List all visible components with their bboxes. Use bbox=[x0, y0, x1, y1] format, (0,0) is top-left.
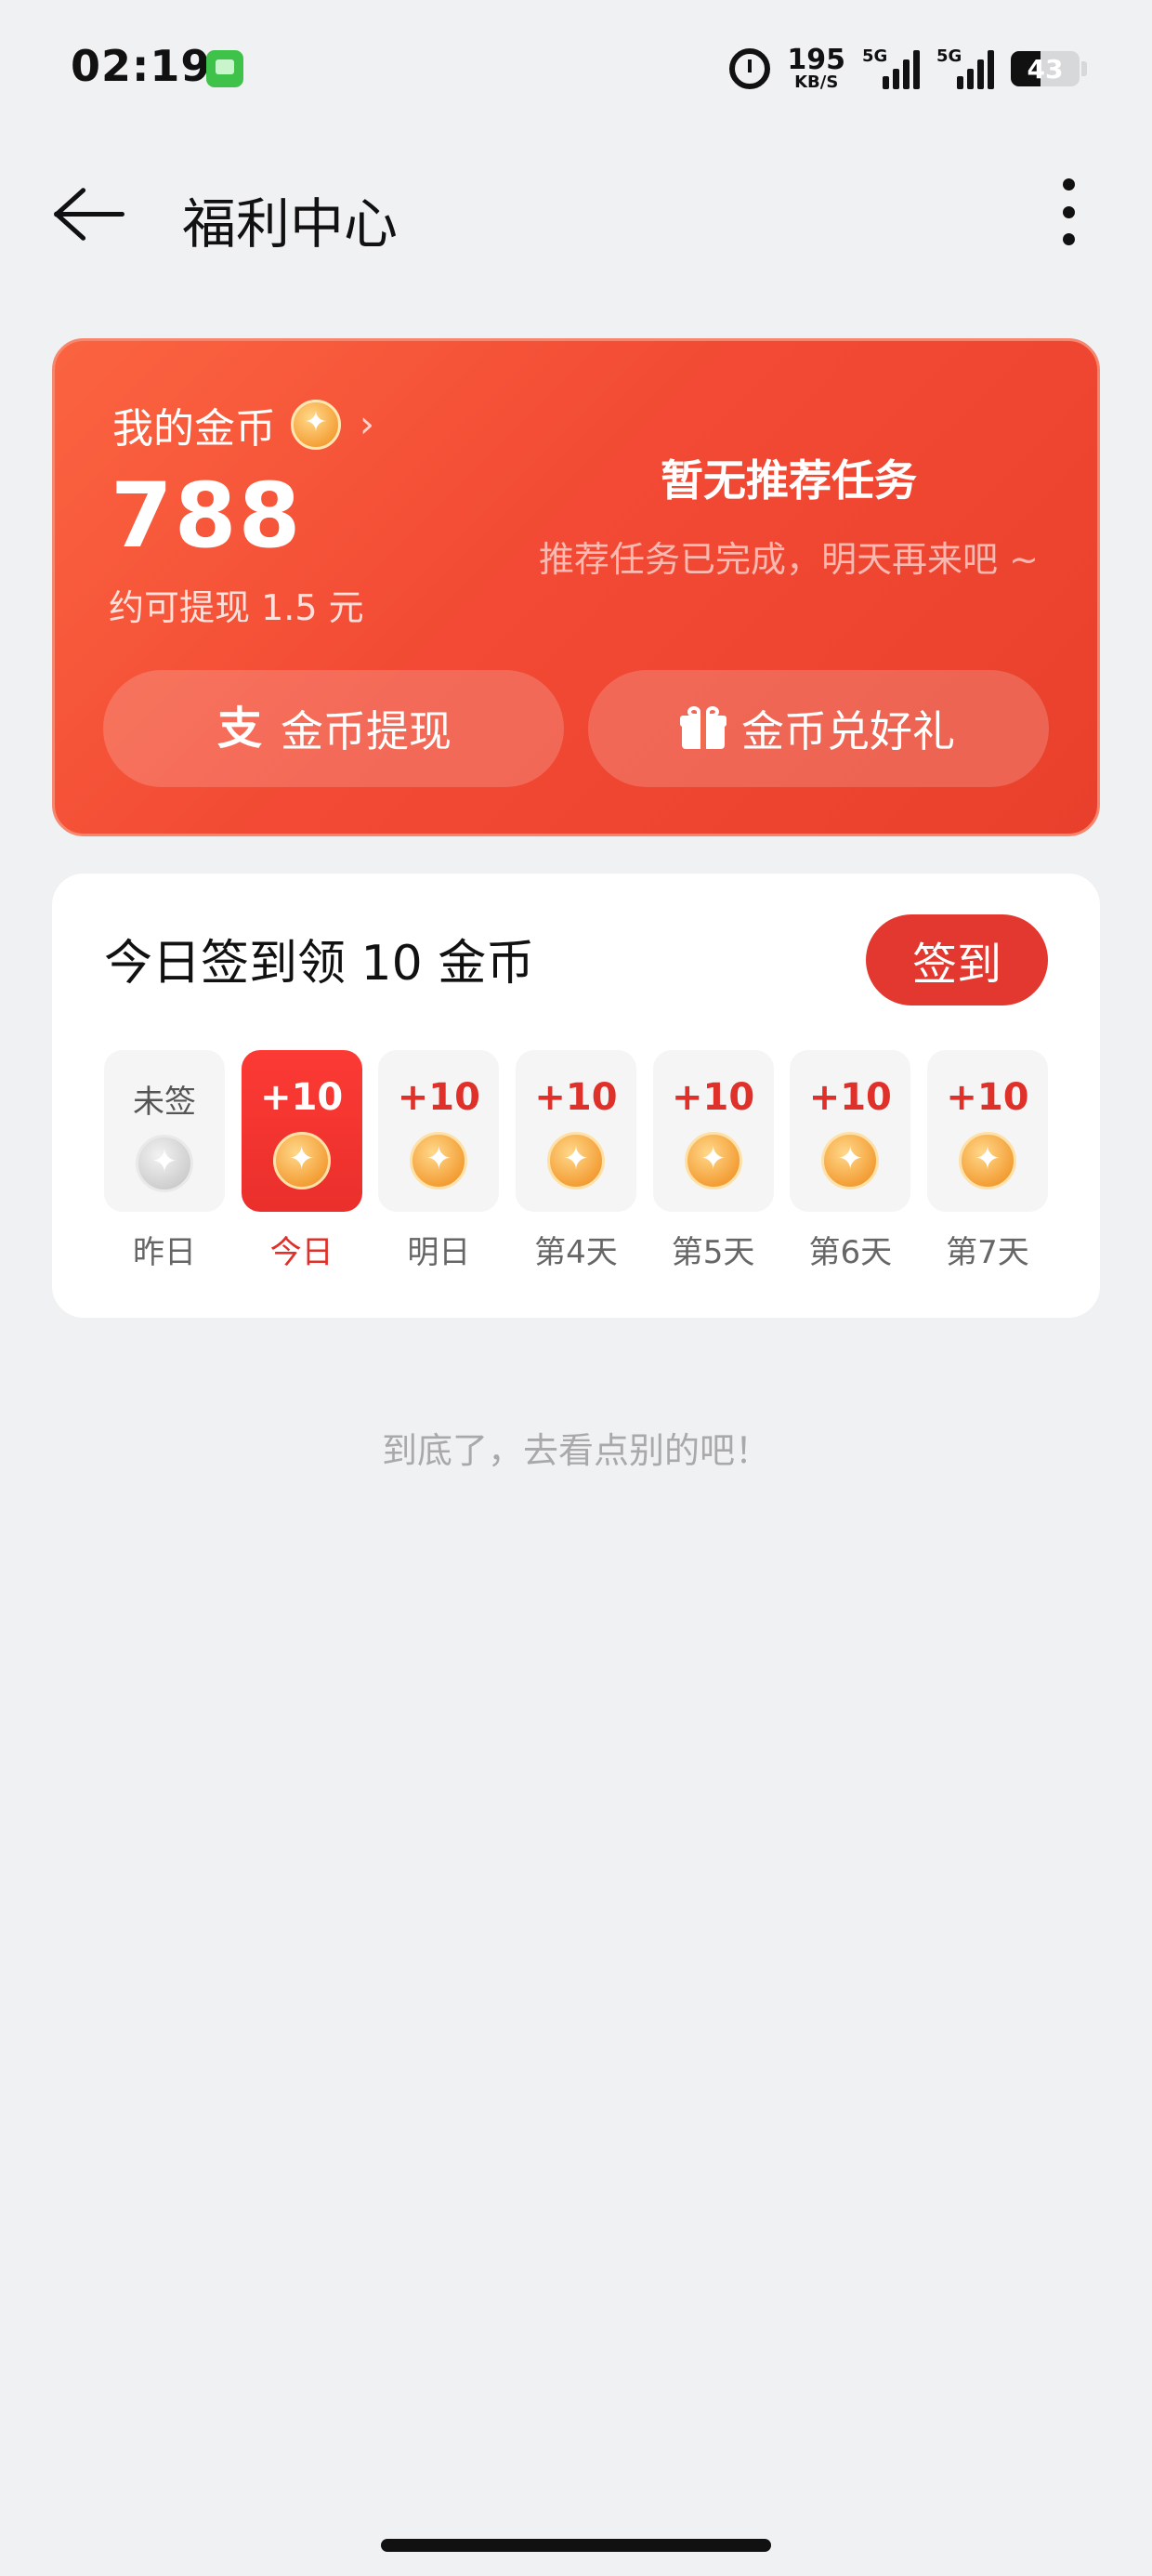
checkin-day[interactable]: 未签 昨日 bbox=[104, 1050, 225, 1272]
status-bar: 02:19 195 KB/S 5G 5G 43 bbox=[0, 0, 1152, 139]
daily-checkin-card: 今日签到领 10 金币 签到 未签 昨日 +10 今日 +10 bbox=[52, 874, 1100, 1318]
battery-icon: 43 bbox=[1011, 51, 1080, 86]
end-of-list-text: 到底了，去看点别的吧！ bbox=[381, 1430, 770, 1471]
coin-icon bbox=[410, 1132, 468, 1189]
my-coins-link[interactable]: 我的金币 › bbox=[112, 395, 374, 454]
day-reward-box: +10 bbox=[926, 1050, 1048, 1212]
sim1-network-tag: 5G bbox=[862, 46, 888, 66]
coin-withdraw-button[interactable]: 支 金币提现 bbox=[103, 670, 564, 787]
day-label: 第7天 bbox=[946, 1234, 1029, 1271]
coin-exchange-label: 金币兑好礼 bbox=[741, 706, 955, 756]
checkin-days: 未签 昨日 +10 今日 +10 明日 bbox=[104, 1050, 1048, 1272]
checkin-day[interactable]: +10 第7天 bbox=[926, 1050, 1048, 1272]
network-speed-value: 195 bbox=[787, 44, 845, 76]
task-subtitle: 推荐任务已完成，明天再来吧 ~ bbox=[539, 539, 1039, 580]
network-speed-unit: KB/S bbox=[794, 72, 839, 92]
coin-icon bbox=[958, 1132, 1016, 1189]
recommended-task-panel: 暂无推荐任务 推荐任务已完成，明天再来吧 ~ bbox=[501, 447, 1077, 582]
page-header: 福利中心 bbox=[0, 158, 1152, 269]
checkin-day[interactable]: +10 明日 bbox=[378, 1050, 500, 1272]
day-reward: +10 bbox=[672, 1076, 755, 1119]
more-options-icon[interactable] bbox=[1050, 175, 1087, 249]
task-title: 暂无推荐任务 bbox=[661, 455, 917, 506]
welfare-center-screen: 02:19 195 KB/S 5G 5G 43 福利中心 我的金币 ✦ › 78… bbox=[0, 0, 1152, 2576]
alipay-icon: 支 bbox=[216, 703, 262, 755]
day-reward: +10 bbox=[946, 1076, 1029, 1119]
coin-icon bbox=[546, 1132, 605, 1189]
signal-sim1-icon: 5G bbox=[862, 46, 920, 89]
chevron-right-icon: › bbox=[360, 403, 374, 446]
checkin-day[interactable]: +10 今日 bbox=[241, 1050, 362, 1272]
battery-tip bbox=[1081, 61, 1087, 76]
my-coins-label: 我的金币 bbox=[112, 405, 276, 453]
checkin-day[interactable]: +10 第4天 bbox=[515, 1050, 636, 1272]
battery-level-text: 43 bbox=[1027, 54, 1064, 85]
day-reward-box: 未签 bbox=[104, 1050, 225, 1212]
day-reward: +10 bbox=[397, 1076, 480, 1119]
checkin-day[interactable]: +10 第6天 bbox=[790, 1050, 911, 1272]
day-reward: +10 bbox=[534, 1076, 618, 1119]
gift-icon bbox=[680, 706, 727, 749]
back-arrow-icon[interactable] bbox=[52, 184, 126, 243]
coin-balance: 788 bbox=[111, 464, 303, 568]
checkin-day[interactable]: +10 第5天 bbox=[652, 1050, 774, 1272]
day-label: 第5天 bbox=[671, 1234, 755, 1271]
coin-withdraw-label: 金币提现 bbox=[281, 706, 452, 756]
day-reward-box: +10 bbox=[790, 1050, 911, 1212]
alarm-icon bbox=[729, 48, 771, 89]
day-reward: +10 bbox=[808, 1076, 892, 1119]
status-icons: 195 KB/S 5G 5G 43 bbox=[729, 41, 1087, 97]
coin-icon bbox=[291, 400, 341, 450]
day-label: 今日 bbox=[269, 1234, 334, 1271]
network-speed: 195 KB/S bbox=[787, 46, 845, 91]
coin-icon bbox=[821, 1132, 880, 1189]
my-coins-card: 我的金币 › 788 约可提现 1.5 元 暂无推荐任务 推荐任务已完成，明天再… bbox=[52, 338, 1100, 836]
day-reward-box: +10 bbox=[515, 1050, 636, 1212]
coin-exchange-button[interactable]: 金币兑好礼 bbox=[588, 670, 1049, 787]
coin-icon bbox=[272, 1132, 331, 1189]
withdraw-estimate: 约可提现 1.5 元 bbox=[109, 587, 364, 628]
message-app-icon bbox=[206, 50, 243, 87]
day-label: 明日 bbox=[407, 1234, 471, 1271]
day-reward: +10 bbox=[260, 1076, 344, 1119]
sim2-network-tag: 5G bbox=[936, 46, 962, 66]
day-reward: 未签 bbox=[133, 1084, 196, 1121]
day-label: 第4天 bbox=[534, 1234, 618, 1271]
page-title: 福利中心 bbox=[182, 192, 399, 256]
day-label: 第6天 bbox=[808, 1234, 893, 1271]
checkin-button[interactable]: 签到 bbox=[866, 914, 1048, 1005]
checkin-title: 今日签到领 10 金币 bbox=[104, 936, 535, 992]
signal-sim2-icon: 5G bbox=[936, 46, 994, 89]
coin-icon bbox=[684, 1132, 742, 1189]
coin-icon bbox=[136, 1135, 193, 1192]
status-time: 02:19 bbox=[71, 41, 212, 91]
day-reward-box: +10 bbox=[378, 1050, 500, 1212]
day-reward-box: +10 bbox=[241, 1050, 362, 1212]
home-indicator[interactable] bbox=[381, 2539, 771, 2552]
day-label: 昨日 bbox=[133, 1234, 196, 1271]
day-reward-box: +10 bbox=[652, 1050, 774, 1212]
